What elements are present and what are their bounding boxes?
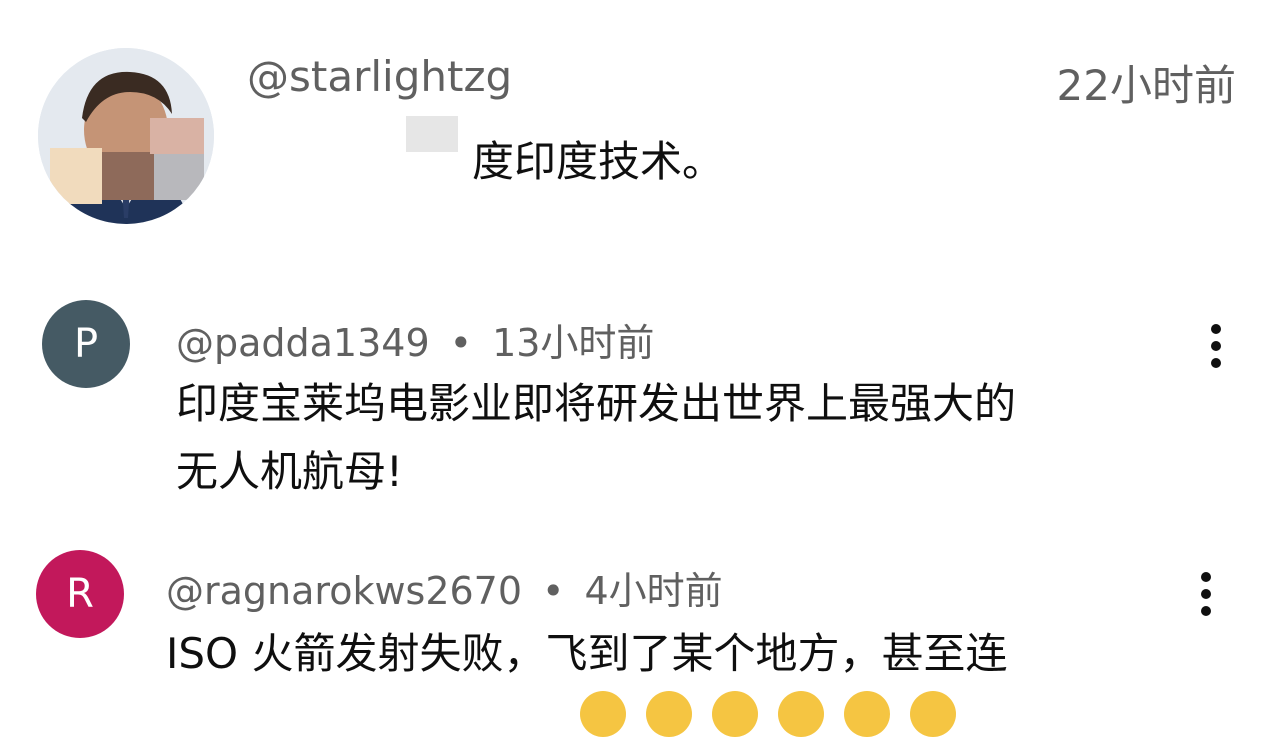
avatar-letter: P	[73, 321, 99, 367]
reply-header: @padda1349 • 13小时前	[176, 312, 654, 367]
emoji-row	[580, 691, 976, 741]
reply-author[interactable]: @padda1349	[176, 321, 430, 365]
laughing-emoji-icon	[910, 691, 956, 737]
avatar[interactable]: P	[42, 300, 130, 388]
laughing-emoji-icon	[712, 691, 758, 737]
reply-text: ISO 火箭发射失败，飞到了某个地方，甚至连	[166, 620, 1007, 688]
laughing-emoji-icon	[778, 691, 824, 737]
redaction-block	[406, 116, 458, 152]
laughing-emoji-icon	[646, 691, 692, 737]
reply-text-line: 印度宝莱坞电影业即将研发出世界上最强大的	[176, 379, 1017, 428]
reply-text: 印度宝莱坞电影业即将研发出世界上最强大的 无人机航母!	[176, 370, 1016, 506]
avatar[interactable]	[38, 48, 214, 224]
reply-text-line: 无人机航母!	[176, 447, 403, 496]
comment-text: 度印度技术。	[472, 137, 725, 186]
user-photo-icon	[38, 48, 214, 224]
avatar[interactable]: R	[36, 550, 124, 638]
more-vert-icon[interactable]	[1204, 322, 1228, 370]
reply-author[interactable]: @ragnarokws2670	[166, 569, 522, 613]
separator-dot: •	[449, 321, 473, 365]
comment-author[interactable]: @starlightzg	[247, 52, 512, 101]
separator-dot: •	[542, 569, 565, 613]
laughing-emoji-icon	[844, 691, 890, 737]
more-vert-icon[interactable]	[1194, 570, 1218, 618]
reply-timestamp: 4小时前	[584, 569, 723, 613]
reply-header: @ragnarokws2670 • 4小时前	[166, 560, 723, 615]
avatar-letter: R	[66, 571, 94, 617]
reply-timestamp: 13小时前	[492, 321, 655, 365]
comment-timestamp: 22小时前	[1056, 61, 1236, 110]
laughing-emoji-icon	[580, 691, 626, 737]
reply-text-line: ISO 火箭发射失败，飞到了某个地方，甚至连	[166, 629, 1008, 678]
